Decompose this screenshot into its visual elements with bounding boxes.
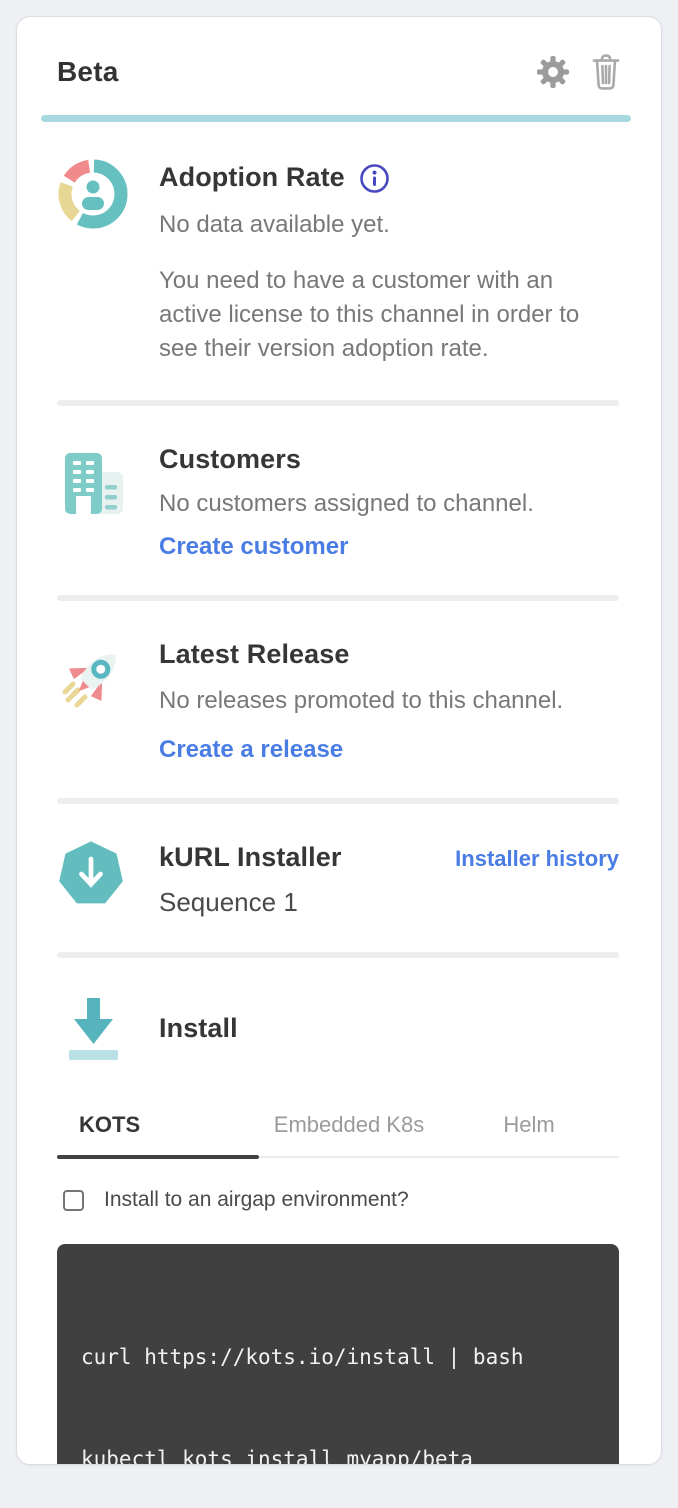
info-icon[interactable] xyxy=(359,160,390,194)
kurl-download-heptagon-icon xyxy=(57,840,129,918)
tab-embedded-k8s[interactable]: Embedded K8s xyxy=(259,1098,439,1156)
customers-empty-text: No customers assigned to channel. xyxy=(159,487,619,521)
channel-title: Beta xyxy=(57,56,119,88)
install-download-icon xyxy=(57,992,129,1064)
channel-card: Beta xyxy=(16,16,662,1465)
airgap-row: Install to an airgap environment? xyxy=(63,1188,619,1212)
trash-icon[interactable] xyxy=(589,53,623,91)
command-line-2: kubectl kots install myapp/beta xyxy=(81,1442,595,1465)
header-actions xyxy=(535,53,623,91)
create-customer-link[interactable]: Create customer xyxy=(159,533,348,561)
rocket-icon xyxy=(57,637,129,764)
card-header: Beta xyxy=(17,17,661,115)
airgap-label: Install to an airgap environment? xyxy=(104,1188,409,1212)
installer-history-link[interactable]: Installer history xyxy=(455,846,619,872)
create-release-link[interactable]: Create a release xyxy=(159,736,343,764)
buildings-icon xyxy=(57,442,129,561)
airgap-checkbox[interactable] xyxy=(63,1190,84,1211)
adoption-rate-section: Adoption Rate No data available yet. You… xyxy=(17,122,661,400)
tab-kots[interactable]: KOTS xyxy=(57,1098,259,1156)
kurl-installer-title: kURL Installer xyxy=(159,842,341,873)
command-line-1: curl https://kots.io/install | bash xyxy=(81,1340,595,1374)
customers-title: Customers xyxy=(159,444,619,475)
install-tabs: KOTS Embedded K8s Helm xyxy=(57,1098,619,1158)
adoption-no-data-text: No data available yet. xyxy=(159,208,619,242)
latest-release-title: Latest Release xyxy=(159,639,619,670)
install-section: Install KOTS Embedded K8s Helm Install t… xyxy=(17,958,661,1465)
release-empty-text: No releases promoted to this channel. xyxy=(159,684,619,718)
install-command-block: curl https://kots.io/install | bash kube… xyxy=(57,1244,619,1465)
latest-release-section: Latest Release No releases promoted to t… xyxy=(17,601,661,798)
adoption-rate-donut-icon xyxy=(57,158,129,366)
gear-icon[interactable] xyxy=(535,54,571,90)
customers-section: Customers No customers assigned to chann… xyxy=(17,406,661,595)
adoption-rate-title: Adoption Rate xyxy=(159,162,345,193)
install-title: Install xyxy=(159,1013,238,1044)
kurl-installer-section: kURL Installer Sequence 1 Installer hist… xyxy=(17,804,661,952)
channel-accent-bar xyxy=(41,115,631,122)
adoption-help-text: You need to have a customer with an acti… xyxy=(159,264,619,366)
installer-sequence: Sequence 1 xyxy=(159,887,341,918)
tab-helm[interactable]: Helm xyxy=(439,1098,619,1156)
